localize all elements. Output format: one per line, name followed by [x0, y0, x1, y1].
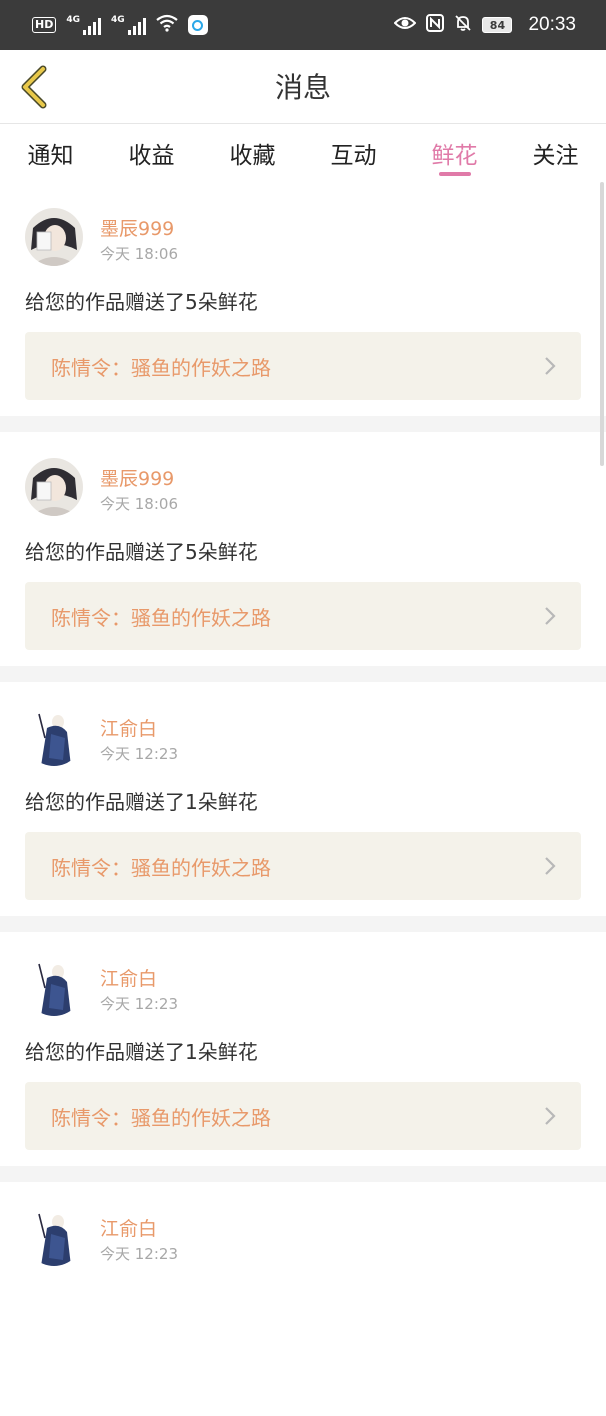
user-name[interactable]: 墨辰999 [100, 214, 174, 241]
list-item: 墨辰999 今天 18:06 给您的作品赠送了5朵鲜花 陈情令：骚鱼的作妖之路 [0, 182, 606, 416]
work-link[interactable]: 陈情令：骚鱼的作妖之路 [25, 832, 581, 900]
message-time: 今天 12:23 [100, 745, 178, 763]
work-title: 陈情令：骚鱼的作妖之路 [51, 1106, 271, 1130]
page-title: 消息 [274, 71, 331, 104]
signal-icon-2: 4G [111, 15, 146, 35]
hd-indicator: HD [32, 17, 57, 33]
tab-bar: 通知 收益 收藏 互动 鲜花 关注 [0, 124, 606, 182]
back-button[interactable] [14, 64, 54, 110]
list-item: 江俞白 今天 12:23 给您的作品赠送了1朵鲜花 陈情令：骚鱼的作妖之路 [0, 682, 606, 916]
wifi-icon [155, 14, 178, 37]
bell-off-icon [454, 14, 472, 37]
clock: 20:33 [528, 14, 576, 35]
user-name[interactable]: 江俞白 [100, 714, 157, 741]
work-link[interactable]: 陈情令：骚鱼的作妖之路 [25, 332, 581, 400]
scrollbar[interactable] [600, 182, 604, 466]
message-text: 给您的作品赠送了1朵鲜花 [25, 1040, 258, 1064]
chevron-right-icon [545, 357, 556, 375]
work-title: 陈情令：骚鱼的作妖之路 [51, 606, 271, 630]
user-name[interactable]: 江俞白 [100, 964, 157, 991]
message-list: 墨辰999 今天 18:06 给您的作品赠送了5朵鲜花 陈情令：骚鱼的作妖之路 … [0, 182, 606, 1416]
divider [0, 1166, 606, 1182]
work-link[interactable]: 陈情令：骚鱼的作妖之路 [25, 1082, 581, 1150]
tab-interactions[interactable]: 互动 [303, 124, 404, 182]
avatar[interactable] [25, 958, 83, 1016]
chevron-left-icon [21, 65, 47, 109]
tab-follows[interactable]: 关注 [505, 124, 606, 182]
tab-favorites[interactable]: 收藏 [202, 124, 303, 182]
divider [0, 666, 606, 682]
avatar[interactable] [25, 458, 83, 516]
user-name[interactable]: 江俞白 [100, 1214, 157, 1241]
eye-icon [394, 15, 417, 36]
list-item: 江俞白 今天 12:23 给您的作品赠送了1朵鲜花 陈情令：骚鱼的作妖之路 [0, 932, 606, 1166]
list-item: 江俞白 今天 12:23 [0, 1182, 606, 1416]
message-text: 给您的作品赠送了1朵鲜花 [25, 790, 258, 814]
avatar[interactable] [25, 1208, 83, 1266]
nav-bar: 消息 [0, 50, 606, 124]
app-notification-icon [187, 15, 208, 35]
chevron-right-icon [545, 607, 556, 625]
tab-notice[interactable]: 通知 [0, 124, 101, 182]
work-link[interactable]: 陈情令：骚鱼的作妖之路 [25, 582, 581, 650]
list-item: 墨辰999 今天 18:06 给您的作品赠送了5朵鲜花 陈情令：骚鱼的作妖之路 [0, 432, 606, 666]
message-text: 给您的作品赠送了5朵鲜花 [25, 290, 258, 314]
network-type-label-2: 4G [111, 15, 125, 25]
chevron-right-icon [545, 1107, 556, 1125]
status-right: 84 20:33 [394, 13, 576, 37]
message-time: 今天 18:06 [100, 245, 178, 263]
tab-earnings[interactable]: 收益 [101, 124, 202, 182]
avatar[interactable] [25, 208, 83, 266]
work-title: 陈情令：骚鱼的作妖之路 [51, 856, 271, 880]
divider [0, 416, 606, 432]
avatar[interactable] [25, 708, 83, 766]
status-bar: HD 4G 4G 84 20:33 [0, 0, 606, 50]
network-type-label: 4G [66, 15, 80, 25]
work-title: 陈情令：骚鱼的作妖之路 [51, 356, 271, 380]
nfc-icon [426, 13, 445, 37]
battery-icon: 84 [482, 17, 513, 33]
chevron-right-icon [545, 857, 556, 875]
status-left: HD 4G 4G [32, 14, 208, 37]
user-name[interactable]: 墨辰999 [100, 464, 174, 491]
message-time: 今天 12:23 [100, 1245, 178, 1263]
message-time: 今天 18:06 [100, 495, 178, 513]
message-time: 今天 12:23 [100, 995, 178, 1013]
tab-flowers[interactable]: 鲜花 [404, 124, 505, 182]
signal-icon: 4G [66, 15, 101, 35]
divider [0, 916, 606, 932]
message-text: 给您的作品赠送了5朵鲜花 [25, 540, 258, 564]
